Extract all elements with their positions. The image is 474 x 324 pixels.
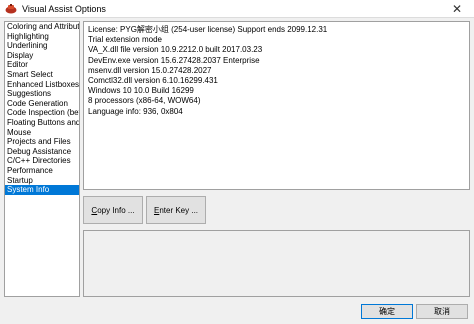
- options-category-list[interactable]: Coloring and Attribute Highlighting Underl…: [4, 21, 80, 297]
- info-line: Windows 10 10.0 Build 16299: [88, 86, 194, 96]
- sidebar-item[interactable]: Mouse: [5, 128, 79, 138]
- close-icon[interactable]: ✕: [440, 0, 474, 17]
- sidebar-item[interactable]: Display: [5, 51, 79, 61]
- info-line: msenv.dll version 15.0.27428.2027: [88, 65, 212, 75]
- window-title: Visual Assist Options: [22, 3, 106, 14]
- cancel-button[interactable]: 取消: [416, 304, 468, 319]
- sidebar-item[interactable]: Enhanced Listboxes: [5, 80, 79, 90]
- sidebar-item[interactable]: Code Inspection (beta): [5, 108, 79, 118]
- sidebar-item[interactable]: Performance: [5, 166, 79, 176]
- sidebar-item[interactable]: Debug Assistance: [5, 147, 79, 157]
- details-panel: [83, 230, 470, 297]
- sidebar-item[interactable]: Suggestions: [5, 89, 79, 99]
- title-bar: Visual Assist Options ✕: [0, 0, 474, 17]
- sidebar-item[interactable]: Floating Buttons and Ic: [5, 118, 79, 128]
- sidebar-item[interactable]: C/C++ Directories: [5, 156, 79, 166]
- info-line: Comctl32.dll version 6.10.16299.431: [88, 76, 218, 86]
- info-line: Language info: 936, 0x804: [88, 106, 183, 116]
- enter-key-button[interactable]: Enter Key ...: [146, 196, 206, 224]
- sidebar-item[interactable]: Highlighting: [5, 32, 79, 42]
- info-line: License: PYG解密小组 (254-user license) Supp…: [88, 25, 328, 34]
- info-line: Trial extension mode: [88, 35, 162, 45]
- info-line: DevEnv.exe version 15.6.27428.2037 Enter…: [88, 55, 260, 65]
- ok-button[interactable]: 确定: [361, 304, 413, 319]
- sidebar-item[interactable]: Startup: [5, 176, 79, 186]
- sidebar-item[interactable]: Projects and Files: [5, 137, 79, 147]
- system-info-box[interactable]: License: PYG解密小组 (254-user license) Supp…: [83, 21, 470, 190]
- sidebar-item[interactable]: Editor: [5, 60, 79, 70]
- info-line: VA_X.dll file version 10.9.2212.0 built …: [88, 45, 263, 55]
- copy-info-label: opy Info ...: [97, 205, 135, 215]
- visual-assist-icon: [5, 3, 17, 14]
- info-line: 8 processors (x86-64, WOW64): [88, 96, 201, 106]
- sidebar-item[interactable]: Coloring and Attribute: [5, 22, 79, 32]
- sidebar-item[interactable]: Underlining: [5, 41, 79, 51]
- sidebar-item[interactable]: Smart Select: [5, 70, 79, 80]
- sidebar-item[interactable]: System Info: [5, 185, 79, 195]
- sidebar-item[interactable]: Code Generation: [5, 99, 79, 109]
- enter-key-label: nter Key ...: [159, 205, 199, 215]
- copy-info-button[interactable]: Copy Info ...: [83, 196, 143, 224]
